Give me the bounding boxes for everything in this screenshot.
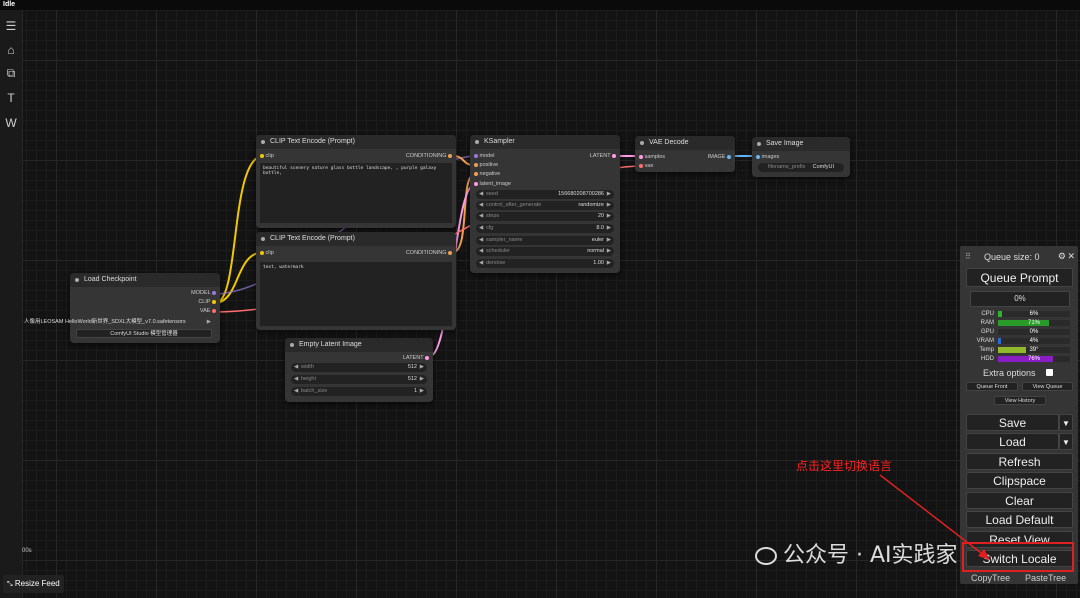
node-title: CLIP Text Encode (Prompt) [256,232,456,246]
stat-gpu: GPU 0% [964,329,1072,336]
clip-text-encode-negative-node[interactable]: CLIP Text Encode (Prompt) clip CONDITION… [256,232,456,330]
conditioning-output[interactable]: CONDITIONING [406,152,452,160]
wechat-icon [755,547,777,565]
title-bar: Idle [0,0,1080,10]
filename-prefix-widget[interactable]: filename_prefix ComfyUI [758,163,844,172]
latent-output[interactable]: LATENT [403,354,429,362]
view-history-button[interactable]: View History [994,396,1046,405]
steps-widget[interactable]: ◀ steps 20 ▶ [476,212,614,221]
home-icon[interactable]: ⌂ [3,42,19,58]
queue-front-button[interactable]: Queue Front [966,382,1018,391]
control-after-generate-widget[interactable]: ◀ control_after_generate randomize ▶ [476,201,614,210]
extra-options-label: Extra options [983,368,1036,378]
save-image-node[interactable]: Save Image images filename_prefix ComfyUI [752,137,850,177]
scheduler-widget[interactable]: ◀ scheduler normal ▶ [476,247,614,256]
latent-image-input[interactable]: latent_image [474,180,511,188]
annotation-highlight-box [962,542,1074,572]
ksampler-node[interactable]: KSampler model positive negative latent_… [470,135,620,273]
clear-button[interactable]: Clear [966,492,1073,509]
queue-panel: ⠿ Queue size: 0 ⚙ ✕ Queue Prompt 0% CPU 6… [960,246,1078,584]
save-button[interactable]: Save [966,414,1059,431]
watermark: 公众号 · AI实践家 [755,537,958,569]
text-icon[interactable]: T [3,90,19,106]
ckpt-name-widget[interactable]: 人像用LEOSAM HelloWorld新世界_SDXL大模型_v7.0.saf… [24,318,214,327]
node-title: CLIP Text Encode (Prompt) [256,135,456,149]
annotation-label: 点击这里切换语言 [796,459,893,473]
sidebar: ☰ ⌂ ⧉ T W [0,10,23,598]
vae-input[interactable]: vae [639,162,653,170]
vae-decode-node[interactable]: VAE Decode samples vae IMAGE [635,136,735,172]
batch-size-widget[interactable]: ◀ batch_size 1 ▶ [291,387,427,396]
sampler-name-widget[interactable]: ◀ sampler_name euler ▶ [476,236,614,245]
queue-size-label: Queue size: 0 [984,252,1040,262]
load-checkpoint-node[interactable]: Load Checkpoint MODEL CLIP VAE 人像用LEOSAM… [24,273,220,343]
node-title: VAE Decode [635,136,735,150]
node-title: Empty Latent Image [285,338,433,352]
latent-output[interactable]: LATENT [590,152,616,160]
resize-feed-button[interactable]: ⤡ Resize Feed [3,575,64,593]
stat-temp: Temp 39° [964,347,1072,354]
clip-input[interactable]: clip [260,249,274,257]
queue-prompt-button[interactable]: Queue Prompt [966,268,1073,287]
node-title: KSampler [470,135,620,149]
height-widget[interactable]: ◀ height 512 ▶ [291,375,427,384]
timestamp: 00s [22,548,32,554]
clip-text-encode-positive-node[interactable]: CLIP Text Encode (Prompt) clip CONDITION… [256,135,456,228]
conditioning-output[interactable]: CONDITIONING [406,249,452,257]
negative-input[interactable]: negative [474,170,500,178]
view-queue-button[interactable]: View Queue [1022,382,1073,391]
vae-output[interactable]: VAE [200,307,216,315]
load-dropdown-icon[interactable]: ▼ [1059,433,1073,450]
cfg-widget[interactable]: ◀ cfg 8.0 ▶ [476,224,614,233]
model-manager-button[interactable]: ComfyUI Studio 模型管理器 [76,329,212,338]
node-title: Save Image [752,137,850,151]
image-output[interactable]: IMAGE [708,153,731,161]
model-input[interactable]: model [474,152,495,160]
prompt-textarea[interactable]: text, watermark [260,262,452,326]
denoise-widget[interactable]: ◀ denoise 1.00 ▶ [476,259,614,268]
extra-options-checkbox[interactable] [1046,369,1053,376]
close-icon[interactable]: ✕ [1067,251,1075,262]
layers-icon[interactable]: ⧉ [3,65,19,81]
load-default-button[interactable]: Load Default [966,511,1073,528]
node-title: Load Checkpoint [70,273,220,287]
load-button[interactable]: Load [966,433,1059,450]
menu-icon[interactable]: ☰ [3,18,19,34]
copy-tree-button[interactable]: CopyTree [971,573,1010,583]
window-title: Idle [3,1,16,8]
gear-icon[interactable]: ⚙ [1058,251,1066,262]
w-icon[interactable]: W [3,115,19,131]
prompt-textarea[interactable]: beautiful scenery nature glass bottle la… [260,163,452,223]
images-input[interactable]: images [756,153,779,161]
samples-input[interactable]: samples [639,153,665,161]
positive-input[interactable]: positive [474,161,498,169]
model-output[interactable]: MODEL [191,289,216,297]
resize-icon: ⤡ [7,581,13,588]
stat-ram: RAM 71% [964,320,1072,327]
paste-tree-button[interactable]: PasteTree [1025,573,1066,583]
refresh-button[interactable]: Refresh [966,453,1073,470]
clip-output[interactable]: CLIP [198,298,216,306]
empty-latent-image-node[interactable]: Empty Latent Image LATENT ◀ width 512 ▶ ◀ he… [285,338,433,402]
progress-bar: 0% [970,291,1070,307]
width-widget[interactable]: ◀ width 512 ▶ [291,363,427,372]
stat-cpu: CPU 6% [964,311,1072,318]
stat-vram: VRAM 4% [964,338,1072,345]
clip-input[interactable]: clip [260,152,274,160]
clipspace-button[interactable]: Clipspace [966,472,1073,489]
seed-widget[interactable]: ◀ seed 156680208700286 ▶ [476,190,614,199]
stat-hdd: HDD 76% [964,356,1072,363]
save-dropdown-icon[interactable]: ▼ [1059,414,1073,431]
drag-handle-icon[interactable]: ⠿ [965,252,971,261]
